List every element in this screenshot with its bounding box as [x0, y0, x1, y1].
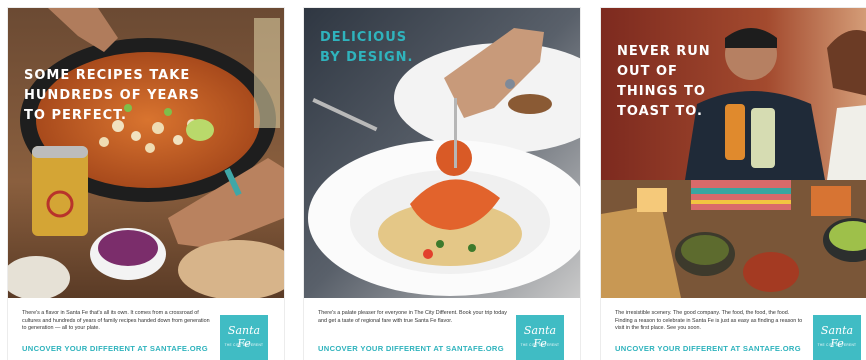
poster-headline: Never run out of things to toast to. — [617, 44, 711, 119]
santafe-link[interactable]: UNCOVER YOUR DIFFERENT AT SANTAFE.ORG — [318, 344, 504, 353]
logo-tagline: THE CITY DIFFERENT — [817, 343, 857, 347]
santafe-link[interactable]: UNCOVER YOUR DIFFERENT AT SANTAFE.ORG — [22, 344, 208, 353]
posole-scene-illustration — [8, 8, 284, 298]
santa-fe-logo: Santa Fe THE CITY DIFFERENT — [220, 315, 268, 360]
santa-fe-logo: Santa Fe THE CITY DIFFERENT — [516, 315, 564, 360]
poster-body-copy: There's a palate pleaser for everyone in… — [318, 310, 508, 324]
ad-poster-toast: Never run out of things to toast to. The… — [601, 8, 866, 360]
poster-gallery: Some recipes take hundreds of years to p… — [0, 0, 866, 360]
logo-tagline: THE CITY DIFFERENT — [520, 343, 560, 347]
santafe-link[interactable]: UNCOVER YOUR DIFFERENT AT SANTAFE.ORG — [615, 344, 801, 353]
logo-tagline: THE CITY DIFFERENT — [224, 343, 264, 347]
poster-body-copy: There's a flavor in Santa Fe that's all … — [22, 310, 210, 331]
posole-dish-photo — [8, 8, 284, 298]
ad-poster-design: Delicious by design. There's a palate pl… — [304, 8, 580, 360]
poster-headline: Delicious by design. — [320, 30, 414, 65]
poster-headline: Some recipes take hundreds of years to p… — [24, 68, 200, 123]
santa-fe-logo: Santa Fe THE CITY DIFFERENT — [813, 315, 861, 360]
ad-poster-recipes: Some recipes take hundreds of years to p… — [8, 8, 284, 360]
poster-body-copy: The irresistible scenery. The good compa… — [615, 310, 803, 331]
